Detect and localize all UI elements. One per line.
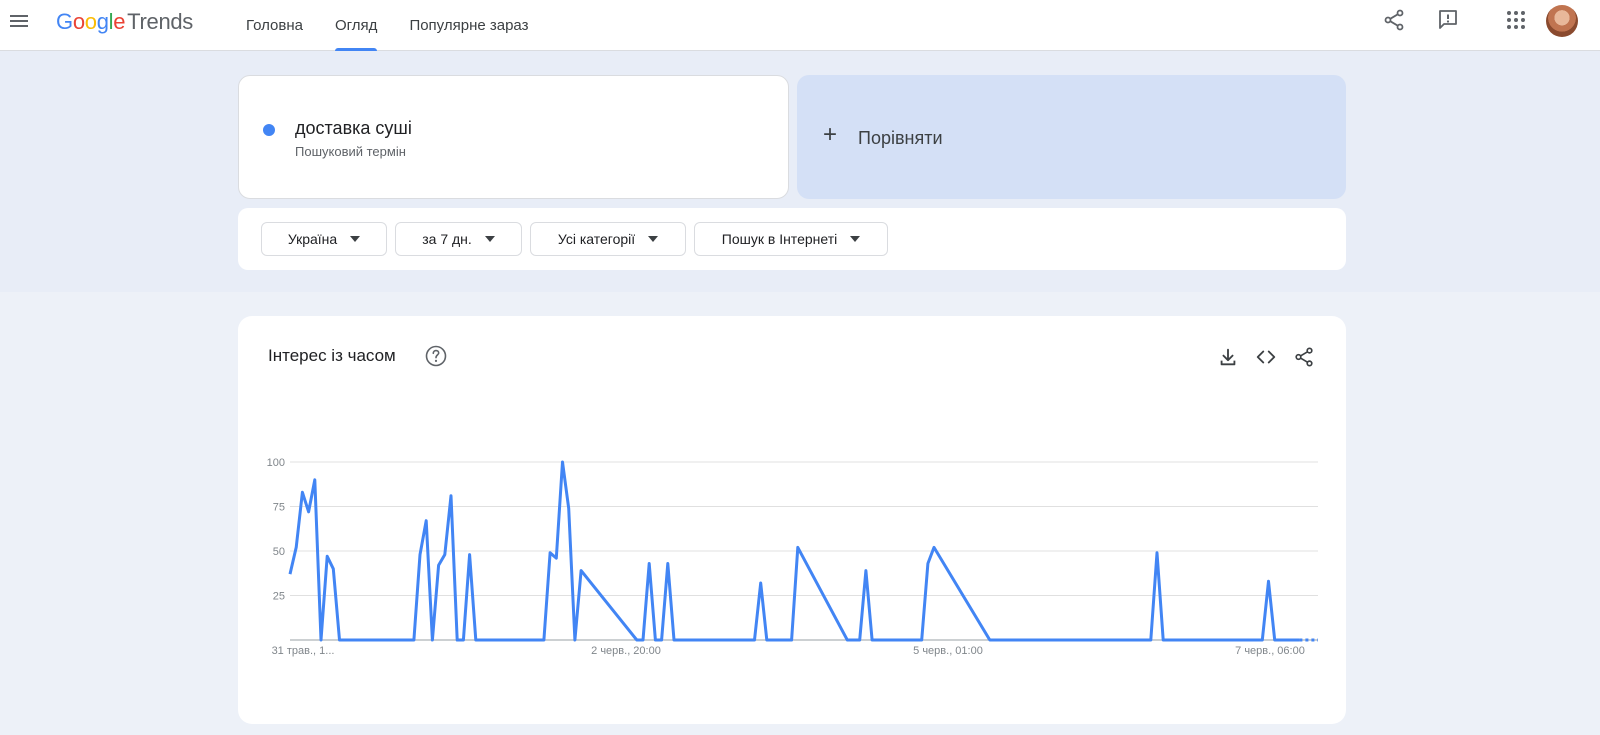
search-type-value: Пошук в Інтернеті bbox=[721, 231, 838, 247]
x-tick-label: 7 черв., 06:00 bbox=[1235, 645, 1305, 657]
tab-trending-now[interactable]: Популярне зараз bbox=[393, 0, 544, 51]
dropdown-arrow-icon bbox=[850, 236, 861, 242]
y-tick-label: 75 bbox=[273, 502, 285, 514]
search-term-type: Пошуковий термін bbox=[295, 144, 406, 159]
top-bar: GoogleTrends Головна Огляд Популярне зар… bbox=[0, 0, 1600, 51]
dropdown-arrow-icon bbox=[484, 236, 495, 242]
main-nav: Головна Огляд Популярне зараз bbox=[230, 0, 544, 51]
avatar[interactable] bbox=[1546, 5, 1578, 37]
x-tick-label: 5 черв., 01:00 bbox=[913, 645, 983, 657]
x-tick-label: 31 трав., 1... bbox=[272, 645, 335, 657]
compare-label: Порівняти bbox=[858, 128, 943, 148]
y-tick-label: 100 bbox=[267, 457, 285, 469]
share-icon[interactable] bbox=[1382, 8, 1406, 32]
interest-chart: 100 75 50 25 31 трав., 1... 2 черв., 20:00 5 ч… bbox=[267, 457, 1318, 657]
tab-explore[interactable]: Огляд bbox=[319, 0, 393, 51]
term-color-dot bbox=[263, 124, 275, 136]
feedback-icon[interactable] bbox=[1436, 8, 1460, 32]
search-term[interactable]: доставка суші bbox=[295, 118, 412, 139]
menu-icon[interactable] bbox=[8, 10, 30, 32]
region-value: Україна bbox=[287, 231, 338, 247]
y-tick-label: 25 bbox=[273, 591, 285, 603]
period-dropdown[interactable]: за 7 дн. bbox=[395, 222, 522, 256]
y-tick-label: 50 bbox=[273, 546, 285, 558]
interest-over-time-card: Інтерес із часом 100 75 50 25 31 трав., 1...… bbox=[238, 316, 1346, 724]
search-term-card[interactable]: доставка суші Пошуковий термін bbox=[238, 75, 789, 199]
category-dropdown[interactable]: Усі категорії bbox=[530, 222, 686, 256]
filters-bar: Україна за 7 дн. Усі категорії Пошук в І… bbox=[238, 208, 1346, 270]
dropdown-arrow-icon bbox=[350, 236, 361, 242]
plus-icon: + bbox=[823, 121, 838, 148]
region-dropdown[interactable]: Україна bbox=[261, 222, 387, 256]
google-trends-logo[interactable]: GoogleTrends bbox=[56, 9, 193, 35]
apps-icon[interactable] bbox=[1504, 8, 1528, 32]
dropdown-arrow-icon bbox=[648, 236, 659, 242]
x-tick-label: 2 черв., 20:00 bbox=[591, 645, 661, 657]
category-value: Усі категорії bbox=[557, 231, 636, 247]
period-value: за 7 дн. bbox=[422, 231, 472, 247]
search-type-dropdown[interactable]: Пошук в Інтернеті bbox=[694, 222, 888, 256]
tab-home[interactable]: Головна bbox=[230, 0, 319, 51]
compare-button[interactable]: + Порівняти bbox=[797, 75, 1346, 199]
